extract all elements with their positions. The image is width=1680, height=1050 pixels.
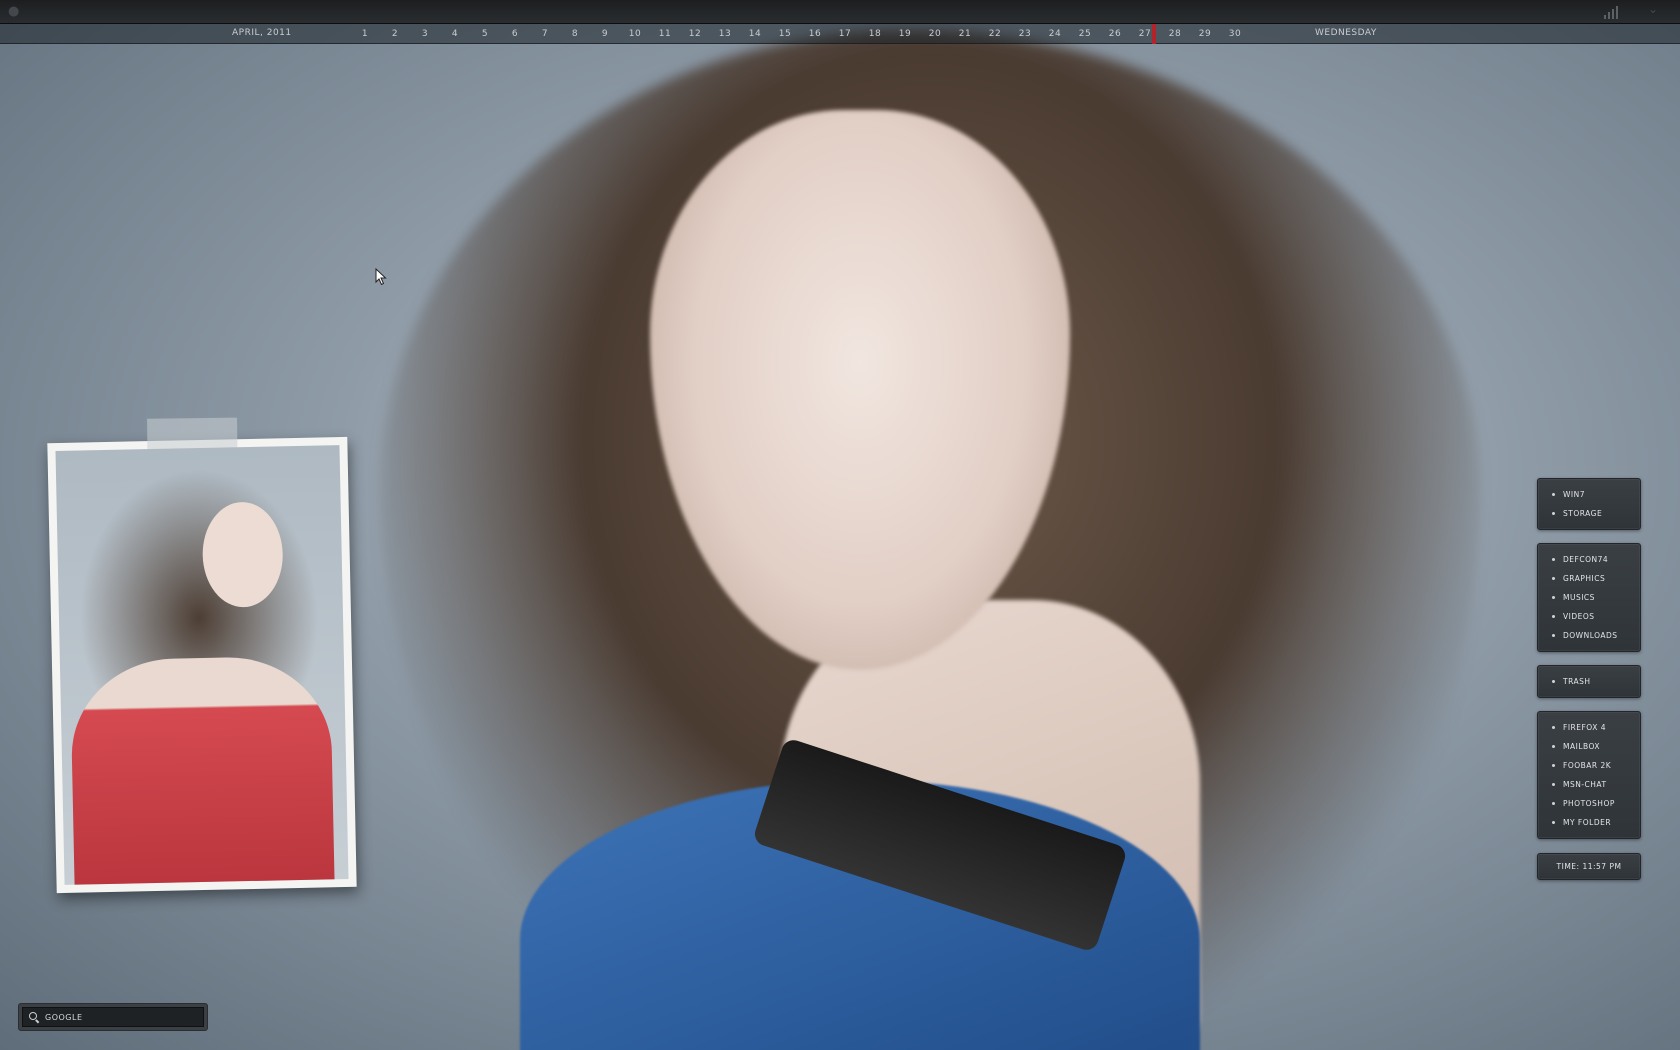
calendar-day: 1 <box>361 29 369 39</box>
calendar-day: 7 <box>541 29 549 39</box>
dock-group-trash: Trash <box>1537 665 1641 698</box>
clock-widget: Time: 11:57 PM <box>1537 853 1641 880</box>
dock-item-win7[interactable]: Win7 <box>1538 485 1640 504</box>
dock-item-label: Graphics <box>1563 574 1606 583</box>
calendar-day: 16 <box>808 29 822 39</box>
dock-item-photoshop[interactable]: Photoshop <box>1538 794 1640 813</box>
bullet-icon <box>1552 802 1555 805</box>
calendar-day: 6 <box>511 29 519 39</box>
dock-item-musics[interactable]: Musics <box>1538 588 1640 607</box>
calendar-strip: April, 2011 1 2 3 4 5 6 7 8 9 10 11 12 13 14 15 16 17 18 1… <box>0 24 1680 44</box>
calendar-day: 24 <box>1048 29 1062 39</box>
chevron-down-icon[interactable]: ⌄ <box>1648 2 1658 16</box>
bullet-icon <box>1552 783 1555 786</box>
calendar-day: 4 <box>451 29 459 39</box>
dock-item-label: Downloads <box>1563 631 1618 640</box>
search-field <box>22 1007 204 1027</box>
bullet-icon <box>1552 726 1555 729</box>
dock-item-firefox-4[interactable]: Firefox 4 <box>1538 718 1640 737</box>
dock-item-label: Storage <box>1563 509 1603 518</box>
dock-group-folders: Defcon74 Graphics Musics Videos Downloads <box>1537 543 1641 652</box>
google-search-widget <box>18 1003 208 1031</box>
bullet-icon <box>1552 512 1555 515</box>
calendar-day: 26 <box>1108 29 1122 39</box>
bullet-icon <box>1552 680 1555 683</box>
calendar-day-today: 27 <box>1130 24 1160 44</box>
calendar-day: 12 <box>688 29 702 39</box>
dock-item-graphics[interactable]: Graphics <box>1538 569 1640 588</box>
calendar-day: 30 <box>1228 29 1242 39</box>
photo-frame-widget[interactable] <box>47 417 357 894</box>
calendar-day: 22 <box>988 29 1002 39</box>
dock-item-label: Foobar 2K <box>1563 761 1612 770</box>
calendar-weekday: Wednesday <box>1315 28 1377 38</box>
top-menu-bar: ● ⌄ <box>0 0 1680 24</box>
bullet-icon <box>1552 577 1555 580</box>
dock-item-label: MSN-Chat <box>1563 780 1607 789</box>
calendar-day: 21 <box>958 29 972 39</box>
bullet-icon <box>1552 558 1555 561</box>
calendar-day: 18 <box>868 29 882 39</box>
mouse-cursor-icon <box>375 268 387 286</box>
bullet-icon <box>1552 764 1555 767</box>
dock-item-foobar-2k[interactable]: Foobar 2K <box>1538 756 1640 775</box>
bullet-icon <box>1552 615 1555 618</box>
calendar-day: 29 <box>1198 29 1212 39</box>
search-input[interactable] <box>45 1012 203 1022</box>
dock-item-my-folder[interactable]: My Folder <box>1538 813 1640 832</box>
clock-label: Time: 11:57 PM <box>1556 862 1622 871</box>
calendar-day: 3 <box>421 29 429 39</box>
dock-item-label: Videos <box>1563 612 1595 621</box>
calendar-day: 8 <box>571 29 579 39</box>
calendar-day: 19 <box>898 29 912 39</box>
search-icon[interactable] <box>29 1012 39 1022</box>
dock-item-trash[interactable]: Trash <box>1538 672 1640 691</box>
calendar-day: 11 <box>658 29 672 39</box>
dock-item-storage[interactable]: Storage <box>1538 504 1640 523</box>
calendar-month: April, 2011 <box>232 28 292 38</box>
calendar-day: 5 <box>481 29 489 39</box>
calendar-day: 23 <box>1018 29 1032 39</box>
dock-item-defcon74[interactable]: Defcon74 <box>1538 550 1640 569</box>
calendar-day: 28 <box>1168 29 1182 39</box>
calendar-day: 14 <box>748 29 762 39</box>
dock-item-label: Trash <box>1563 677 1591 686</box>
dock-item-label: Mailbox <box>1563 742 1601 751</box>
dock-item-msn-chat[interactable]: MSN-Chat <box>1538 775 1640 794</box>
bullet-icon <box>1552 745 1555 748</box>
signal-icon[interactable] <box>1604 5 1620 19</box>
bullet-icon <box>1552 634 1555 637</box>
calendar-day: 10 <box>628 29 642 39</box>
calendar-day: 13 <box>718 29 732 39</box>
dock-item-downloads[interactable]: Downloads <box>1538 626 1640 645</box>
framed-photo <box>55 445 349 885</box>
calendar-days: 1 2 3 4 5 6 7 8 9 10 11 12 13 14 15 16 17 18 19 20 21 22 23 24 2… <box>350 24 1250 44</box>
calendar-day: 25 <box>1078 29 1092 39</box>
bullet-icon <box>1552 821 1555 824</box>
dock-group-drives: Win7 Storage <box>1537 478 1641 530</box>
bullet-icon <box>1552 596 1555 599</box>
dock-item-videos[interactable]: Videos <box>1538 607 1640 626</box>
dock-item-label: Win7 <box>1563 490 1586 499</box>
dock-item-label: My Folder <box>1563 818 1612 827</box>
calendar-day: 2 <box>391 29 399 39</box>
dock-item-label: Musics <box>1563 593 1595 602</box>
dock-item-label: Photoshop <box>1563 799 1615 808</box>
dock-item-mailbox[interactable]: Mailbox <box>1538 737 1640 756</box>
apple-icon[interactable]: ● <box>8 4 22 19</box>
calendar-day: 15 <box>778 29 792 39</box>
dock-item-label: Defcon74 <box>1563 555 1609 564</box>
calendar-day: 9 <box>601 29 609 39</box>
calendar-day: 20 <box>928 29 942 39</box>
dock-group-apps: Firefox 4 Mailbox Foobar 2K MSN-Chat Photosh… <box>1537 711 1641 839</box>
bullet-icon <box>1552 493 1555 496</box>
dock-item-label: Firefox 4 <box>1563 723 1607 732</box>
calendar-day: 17 <box>838 29 852 39</box>
